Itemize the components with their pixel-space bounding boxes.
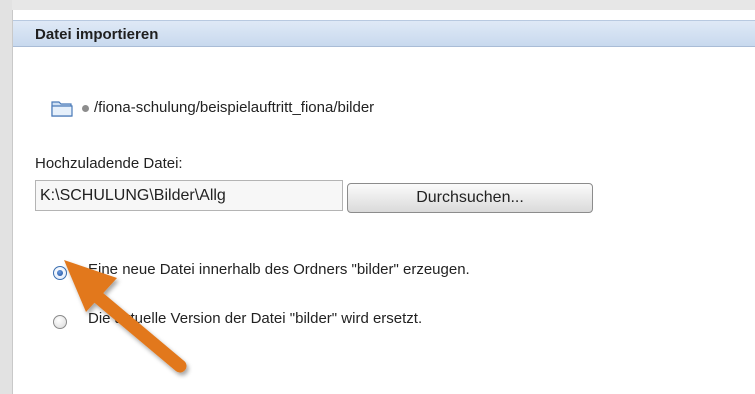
option-replace-version-radio[interactable] (53, 315, 67, 329)
window-top-edge (0, 0, 755, 10)
bullet-icon (82, 105, 89, 112)
option-new-file-radio[interactable] (53, 266, 67, 280)
window-left-edge (0, 0, 12, 394)
dialog-header: Datei importieren (13, 20, 755, 47)
option-new-file-label[interactable]: Eine neue Datei innerhalb des Ordners "b… (88, 261, 470, 278)
target-path: /fiona-schulung/beispielauftritt_fiona/b… (94, 99, 375, 116)
upload-file-field[interactable] (35, 180, 343, 211)
option-replace-version-label[interactable]: Die aktuelle Version der Datei "bilder" … (88, 310, 422, 327)
upload-file-label: Hochzuladende Datei: (35, 155, 183, 172)
import-dialog: Datei importieren /fiona-schulung/beispi… (12, 10, 755, 394)
dialog-title: Datei importieren (35, 26, 159, 43)
browse-button[interactable]: Durchsuchen... (347, 183, 593, 213)
folder-icon[interactable] (51, 99, 73, 117)
